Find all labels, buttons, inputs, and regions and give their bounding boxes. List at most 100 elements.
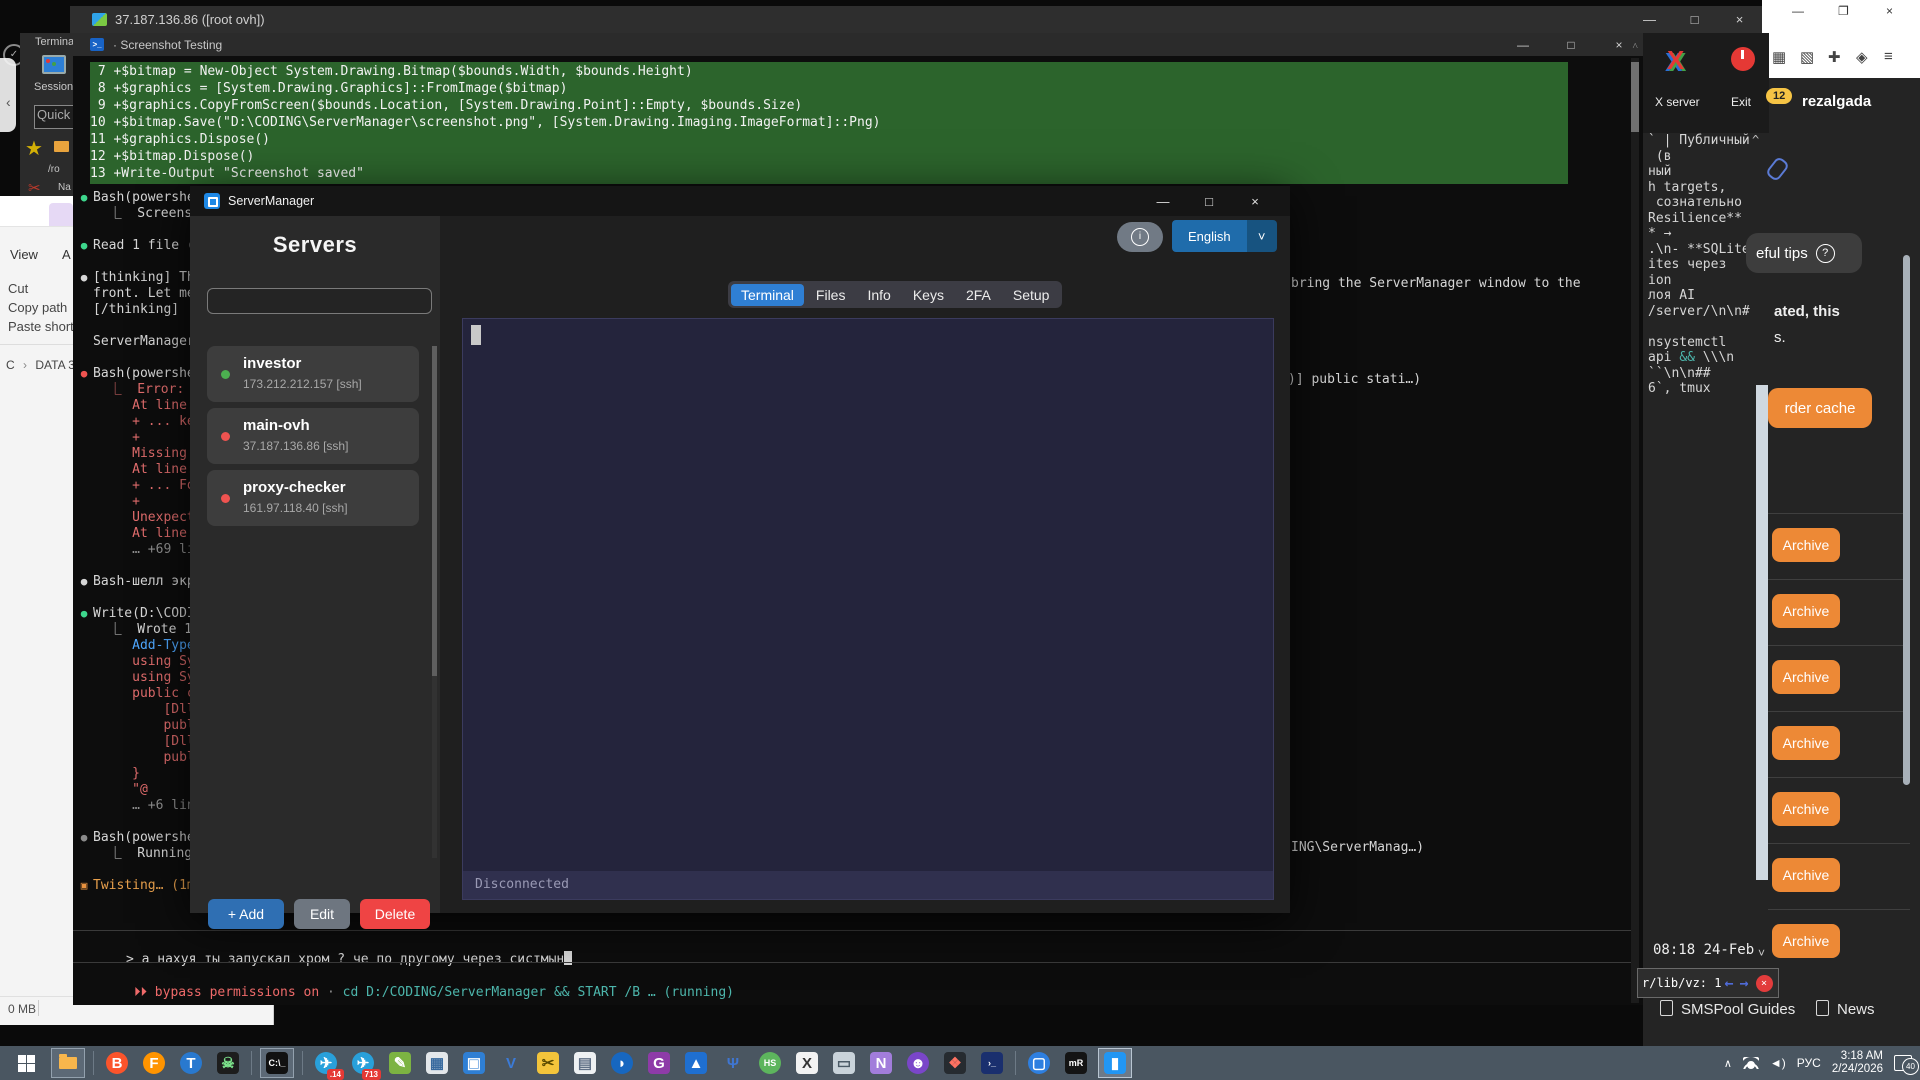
cut-button[interactable]: Cut <box>8 281 28 296</box>
find-bar-text[interactable]: r/lib/vz: 1 <box>1642 976 1721 990</box>
scrollbar-thumb[interactable] <box>432 346 437 676</box>
maximize-button[interactable]: □ <box>1672 12 1717 27</box>
tab-setup[interactable]: Setup <box>1003 284 1060 306</box>
ssh-terminal-panel[interactable]: Disconnected <box>462 318 1274 900</box>
server-list-item[interactable]: investor173.212.212.157 [ssh] <box>207 346 419 402</box>
scrollbar-thumb[interactable] <box>1903 255 1910 785</box>
server-list-item[interactable]: proxy-checker161.97.118.40 [ssh] <box>207 470 419 526</box>
scroll-up-arrow[interactable]: ˄ <box>1632 41 1638 52</box>
heidisql-taskbar-icon[interactable]: HS <box>755 1048 785 1078</box>
snipping-tool-taskbar-icon[interactable]: ✂ <box>533 1048 563 1078</box>
proxy-tool-taskbar-icon[interactable]: ☠ <box>213 1048 243 1078</box>
tab-terminal[interactable]: Terminal <box>731 284 804 306</box>
github-desktop-taskbar-icon[interactable]: ☻ <box>903 1048 933 1078</box>
archive-button[interactable]: Archive <box>1772 528 1840 562</box>
breadcrumb[interactable]: C › DATA 3T <box>6 358 82 372</box>
scrollbar-thumb[interactable] <box>1631 62 1639 132</box>
tray-expand-chevron[interactable]: ∧ <box>1724 1057 1732 1070</box>
close-button[interactable]: × <box>1886 4 1893 18</box>
shield-icon[interactable]: ◈ <box>1856 48 1868 66</box>
display-tool-taskbar-icon[interactable]: ▭ <box>829 1048 859 1078</box>
start-button[interactable] <box>8 1048 44 1078</box>
minimize-button[interactable]: — <box>1140 194 1186 209</box>
minimize-button[interactable]: — <box>1499 38 1547 52</box>
exit-power-icon[interactable] <box>1731 47 1755 71</box>
vcxsrv-launcher-taskbar-icon[interactable]: X <box>792 1048 822 1078</box>
photo-viewer-taskbar-icon[interactable]: ▣ <box>459 1048 489 1078</box>
notepad-taskbar-icon[interactable]: ▤ <box>570 1048 600 1078</box>
menu-icon[interactable]: ≡ <box>1884 48 1893 65</box>
figma-taskbar-icon[interactable]: ❖ <box>940 1048 970 1078</box>
breadcrumb-drive[interactable]: C <box>6 358 15 372</box>
smspool-guides-label[interactable]: SMSPool Guides <box>1681 1001 1795 1018</box>
blue-orb-app-taskbar-icon[interactable]: ◗ <box>607 1048 637 1078</box>
archive-button[interactable]: Archive <box>1772 594 1840 628</box>
gimp-document-taskbar-icon[interactable]: G <box>644 1048 674 1078</box>
folder-tab-icon[interactable] <box>54 141 69 152</box>
maximize-button[interactable]: □ <box>1547 38 1595 52</box>
telegram-1-taskbar-icon[interactable]: ✈.14 <box>311 1048 341 1078</box>
explorer-menu-view[interactable]: View <box>10 247 38 262</box>
language-selected-value[interactable]: English <box>1172 220 1247 252</box>
info-button[interactable]: i <box>1117 222 1163 252</box>
tabs-icon[interactable]: ▧ <box>1800 48 1814 66</box>
tab-files[interactable]: Files <box>806 284 856 306</box>
scrollbar[interactable] <box>1631 58 1639 1003</box>
cmd-terminal-taskbar-icon[interactable]: C:\_ <box>260 1048 294 1078</box>
server-search-input[interactable] <box>207 288 432 314</box>
archive-button[interactable]: Archive <box>1772 792 1840 826</box>
servermanager-app-taskbar-icon[interactable]: ▮ <box>1098 1048 1132 1078</box>
keyboard-language[interactable]: РУС <box>1797 1056 1821 1070</box>
smspool-guides-link[interactable]: SMSPool Guides <box>1660 1000 1795 1018</box>
news-label[interactable]: News <box>1837 1001 1875 1018</box>
grid-icon[interactable]: ▦ <box>1772 48 1786 66</box>
find-bar[interactable]: r/lib/vz: 1 ← → × <box>1637 968 1779 998</box>
tab-keys[interactable]: Keys <box>903 284 954 306</box>
scroll-up-arrow[interactable]: ^ <box>1752 133 1759 147</box>
notion-taskbar-icon[interactable]: N <box>866 1048 896 1078</box>
add-server-button[interactable]: + Add <box>208 899 284 929</box>
find-next-icon[interactable]: → <box>1740 974 1749 992</box>
find-prev-icon[interactable]: ← <box>1724 974 1733 992</box>
minimize-button[interactable]: — <box>1792 4 1804 18</box>
scrollbar[interactable] <box>432 346 437 858</box>
chevron-down-icon[interactable]: ˅ <box>1758 946 1765 960</box>
minimize-button[interactable]: — <box>1627 12 1672 27</box>
restore-button[interactable]: ❐ <box>1838 4 1849 18</box>
notifications-icon[interactable]: 40 <box>1894 1055 1912 1071</box>
server-list-item[interactable]: main-ovh37.187.136.86 [ssh] <box>207 408 419 464</box>
edit-server-button[interactable]: Edit <box>294 899 350 929</box>
firefox-browser-taskbar-icon[interactable]: F <box>139 1048 169 1078</box>
file-explorer-taskbar-icon[interactable] <box>51 1048 85 1078</box>
news-link[interactable]: News <box>1816 1000 1875 1018</box>
order-cache-button[interactable]: rder cache <box>1768 388 1872 428</box>
anydesk-taskbar-icon[interactable]: ▢ <box>1024 1048 1054 1078</box>
v-tool-taskbar-icon[interactable]: V <box>496 1048 526 1078</box>
telegram-2-taskbar-icon[interactable]: ✈713 <box>348 1048 378 1078</box>
close-button[interactable]: × <box>1232 194 1278 209</box>
language-dropdown[interactable]: English ˅ <box>1172 220 1277 252</box>
winscp-menu-terminal[interactable]: Terminal <box>35 36 73 48</box>
wifi-icon[interactable] <box>1743 1057 1759 1069</box>
back-arrow-icon[interactable]: ‹ <box>6 94 11 110</box>
clock[interactable]: 3:18 AM 2/24/2026 <box>1832 1050 1883 1076</box>
useful-tips-button[interactable]: eful tips ? <box>1746 233 1862 273</box>
favorites-star-icon[interactable]: ★ <box>25 136 43 161</box>
powershell-taskbar-icon[interactable]: ›_ <box>977 1048 1007 1078</box>
archive-button[interactable]: Archive <box>1772 660 1840 694</box>
maximize-button[interactable]: □ <box>1186 194 1232 209</box>
calculator-taskbar-icon[interactable]: ▦ <box>422 1048 452 1078</box>
octopus-app-taskbar-icon[interactable]: Ψ <box>718 1048 748 1078</box>
archive-button[interactable]: Archive <box>1772 858 1840 892</box>
tools-icon[interactable]: ✂ <box>28 179 41 196</box>
notepad-plus-taskbar-icon[interactable]: ✎ <box>385 1048 415 1078</box>
quick-connect-input[interactable]: Quick <box>34 105 73 129</box>
archive-button[interactable]: Archive <box>1772 726 1840 760</box>
find-close-icon[interactable]: × <box>1756 975 1773 992</box>
tab-2fa[interactable]: 2FA <box>956 284 1001 306</box>
mremoteng-taskbar-icon[interactable]: mR <box>1061 1048 1091 1078</box>
extension-icon[interactable]: ✚ <box>1828 48 1841 66</box>
delete-server-button[interactable]: Delete <box>360 899 430 929</box>
chevron-down-icon[interactable]: ˅ <box>1247 220 1277 252</box>
archive-button[interactable]: Archive <box>1772 924 1840 958</box>
